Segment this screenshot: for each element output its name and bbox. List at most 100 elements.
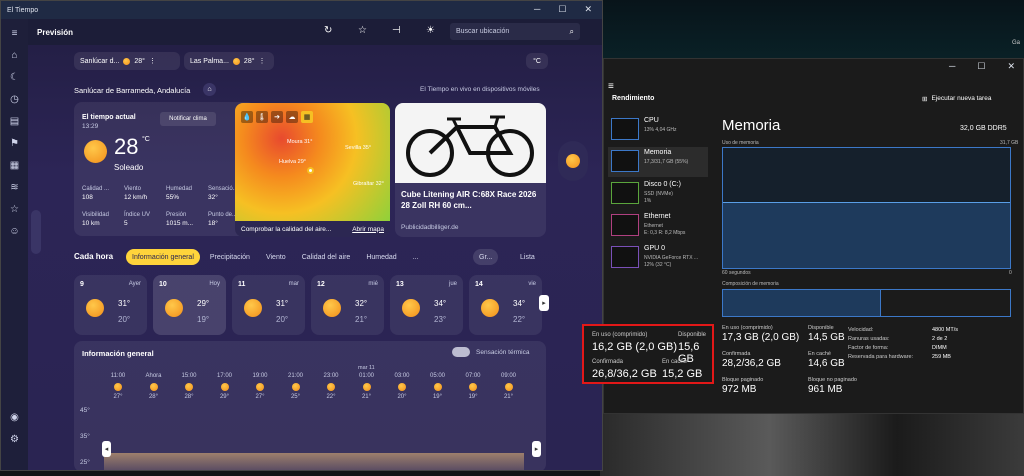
- ad-card[interactable]: Cube Litening AIR C:68X Race 2026 28 Zol…: [395, 103, 546, 237]
- tab-2[interactable]: Precipitación: [204, 249, 256, 265]
- search-box[interactable]: Buscar ubicación ⌕: [450, 23, 580, 40]
- tm-resource-item[interactable]: Memoria 17,3/31,7 GB (55%): [608, 147, 708, 177]
- open-map-link[interactable]: Abrir mapa: [352, 226, 384, 233]
- notify-climate-button[interactable]: Notificar clima: [160, 112, 216, 126]
- weather-widget-badge[interactable]: [558, 141, 588, 181]
- life-icon[interactable]: ☺: [7, 223, 23, 239]
- hour-temp: 27°: [255, 394, 265, 400]
- resource-name: Disco 0 (C:): [644, 181, 681, 188]
- minimize-icon[interactable]: ─: [534, 4, 540, 15]
- favorites-icon[interactable]: ☆: [7, 201, 23, 217]
- news-icon[interactable]: ▤: [7, 113, 23, 129]
- thermal-toggle[interactable]: [452, 347, 470, 357]
- settings-icon[interactable]: ⚙: [7, 431, 23, 447]
- tab-4[interactable]: Calidad del aire: [296, 249, 357, 265]
- hw-label: Factor de forma:: [848, 345, 889, 351]
- sun-icon: [481, 299, 499, 317]
- thermometer-icon[interactable]: 🌡: [256, 111, 268, 123]
- day-number: 14: [475, 281, 483, 288]
- day-cards: 9 Ayer 31° 20° 10 Hoy 29° 19° 11 mar 31° 20° 12 mié 32…: [74, 275, 552, 335]
- close-icon[interactable]: ✕: [584, 4, 592, 15]
- run-task-button[interactable]: ⊞ Ejecutar nueva tarea: [922, 95, 991, 103]
- map-card[interactable]: 💧 🌡 ➔ ☁ ▦ Moura 31° Sevilla 35° Huelva 2…: [235, 103, 390, 237]
- tm-resource-item[interactable]: Disco 0 (C:) SSD (NVMe) 1%: [608, 179, 708, 209]
- map-caption-text: Comprobar la calidad del aire...: [241, 225, 332, 233]
- more-icon[interactable]: ⋮: [259, 57, 266, 65]
- side-scroll-handle[interactable]: [31, 210, 41, 254]
- more-icon[interactable]: ⋮: [149, 57, 156, 65]
- chart-next-button[interactable]: ▸: [532, 441, 541, 457]
- close-icon[interactable]: ✕: [1007, 61, 1015, 72]
- hl-label: Confirmada: [592, 359, 624, 365]
- memory-max-label: 31,7 GB: [1000, 140, 1019, 146]
- brightness-icon[interactable]: ☀: [426, 25, 435, 36]
- memory-usage-fill: [723, 202, 1010, 268]
- current-weather-card: El tiempo actual 13:29 Notificar clima 2…: [74, 102, 255, 236]
- next-days-button[interactable]: ▸: [539, 295, 549, 311]
- refresh-icon[interactable]: ↻: [324, 25, 332, 36]
- location-pill-1[interactable]: Sanlúcar d... 28° ⋮: [74, 52, 180, 70]
- star-icon[interactable]: ☆: [358, 25, 367, 36]
- stat-value: 972 MB: [722, 384, 757, 395]
- tab-1[interactable]: Información general: [126, 249, 200, 265]
- pin-icon[interactable]: ⊣: [392, 25, 401, 36]
- memory-stat: En uso (comprimido) 17,3 GB (2,0 GB): [722, 325, 806, 343]
- hw-label: Reservada para hardware:: [848, 354, 914, 360]
- account-icon[interactable]: ◉: [7, 409, 23, 425]
- tm-resource-item[interactable]: GPU 0 NVIDIA GeForce RTX ... 12% (32 °C): [608, 243, 708, 273]
- memory-min-label: 0: [1009, 270, 1012, 276]
- maximize-icon[interactable]: ☐: [977, 61, 985, 72]
- pin-map-icon[interactable]: ⚑: [7, 135, 23, 151]
- graph-view-button[interactable]: Gr...: [473, 249, 499, 265]
- temperature-area: [104, 453, 524, 470]
- monthly-icon[interactable]: ▦: [7, 157, 23, 173]
- day-number: 13: [396, 281, 404, 288]
- tm-resource-item[interactable]: CPU 13% 4,04 GHz: [608, 115, 708, 145]
- day-card[interactable]: 14 vie 34° 22°: [469, 275, 542, 335]
- day-card[interactable]: 9 Ayer 31° 20°: [74, 275, 147, 335]
- day-number: 12: [317, 281, 325, 288]
- ad-source: billiger.de: [431, 224, 459, 231]
- sun-icon: [165, 299, 183, 317]
- tab-6[interactable]: ...: [407, 249, 425, 265]
- tab-5[interactable]: Humedad: [360, 249, 402, 265]
- day-card[interactable]: 12 mié 32° 21°: [311, 275, 384, 335]
- hour-temp: 20°: [397, 394, 407, 400]
- location-pill-2[interactable]: Las Palma... 28° ⋮: [184, 52, 274, 70]
- tm-menu-icon[interactable]: ≡: [608, 81, 614, 92]
- ad-title[interactable]: Cube Litening AIR C:68X Race 2026 28 Zol…: [401, 189, 541, 211]
- forecast-icon[interactable]: ☾: [7, 69, 23, 85]
- menu-icon[interactable]: ≡: [7, 25, 23, 41]
- clock-icon[interactable]: ◷: [7, 91, 23, 107]
- day-card[interactable]: 11 mar 31° 20°: [232, 275, 305, 335]
- trends-icon[interactable]: ≋: [7, 179, 23, 195]
- home-location-icon[interactable]: ⌂: [203, 83, 216, 96]
- minimize-icon[interactable]: ─: [949, 61, 955, 72]
- day-card[interactable]: 13 jue 34° 23°: [390, 275, 463, 335]
- tm-resource-list: CPU 13% 4,04 GHz Memoria 17,3/31,7 GB (55%)…: [608, 115, 708, 285]
- unit-toggle[interactable]: °C: [526, 53, 548, 69]
- wind-icon[interactable]: ➔: [271, 111, 283, 123]
- day-card[interactable]: 10 Hoy 29° 19°: [153, 275, 226, 335]
- tm-resource-item[interactable]: Ethernet Ethernet E: 0,3 R: 8,2 Mbps: [608, 211, 708, 241]
- hl-value: 15,2 GB: [662, 368, 703, 380]
- cloud-icon[interactable]: ☁: [286, 111, 298, 123]
- day-low: 22°: [513, 315, 526, 324]
- hour-temp: 19°: [432, 394, 443, 400]
- temp-unit: °C: [142, 136, 150, 143]
- detail-item: Viento 12 km/h: [124, 186, 164, 201]
- drop-icon[interactable]: 💧: [241, 111, 253, 123]
- hour-column: 15:00 28°: [173, 373, 205, 400]
- tab-3[interactable]: Viento: [260, 249, 292, 265]
- memory-title: Memoria: [722, 117, 781, 134]
- page-title: Previsión: [37, 27, 74, 37]
- home-icon[interactable]: ⌂: [7, 47, 23, 63]
- maximize-icon[interactable]: ☐: [558, 4, 566, 15]
- day-name: mar: [288, 281, 299, 287]
- list-view-button[interactable]: Lista: [514, 249, 541, 265]
- live-devices-link[interactable]: El Tiempo en vivo en dispositivos móvile…: [420, 86, 540, 93]
- chart-prev-button[interactable]: ◂: [102, 441, 111, 457]
- search-icon[interactable]: ⌕: [570, 27, 574, 37]
- air-quality-icon[interactable]: ▦: [301, 111, 313, 123]
- day-low: 23°: [434, 315, 447, 324]
